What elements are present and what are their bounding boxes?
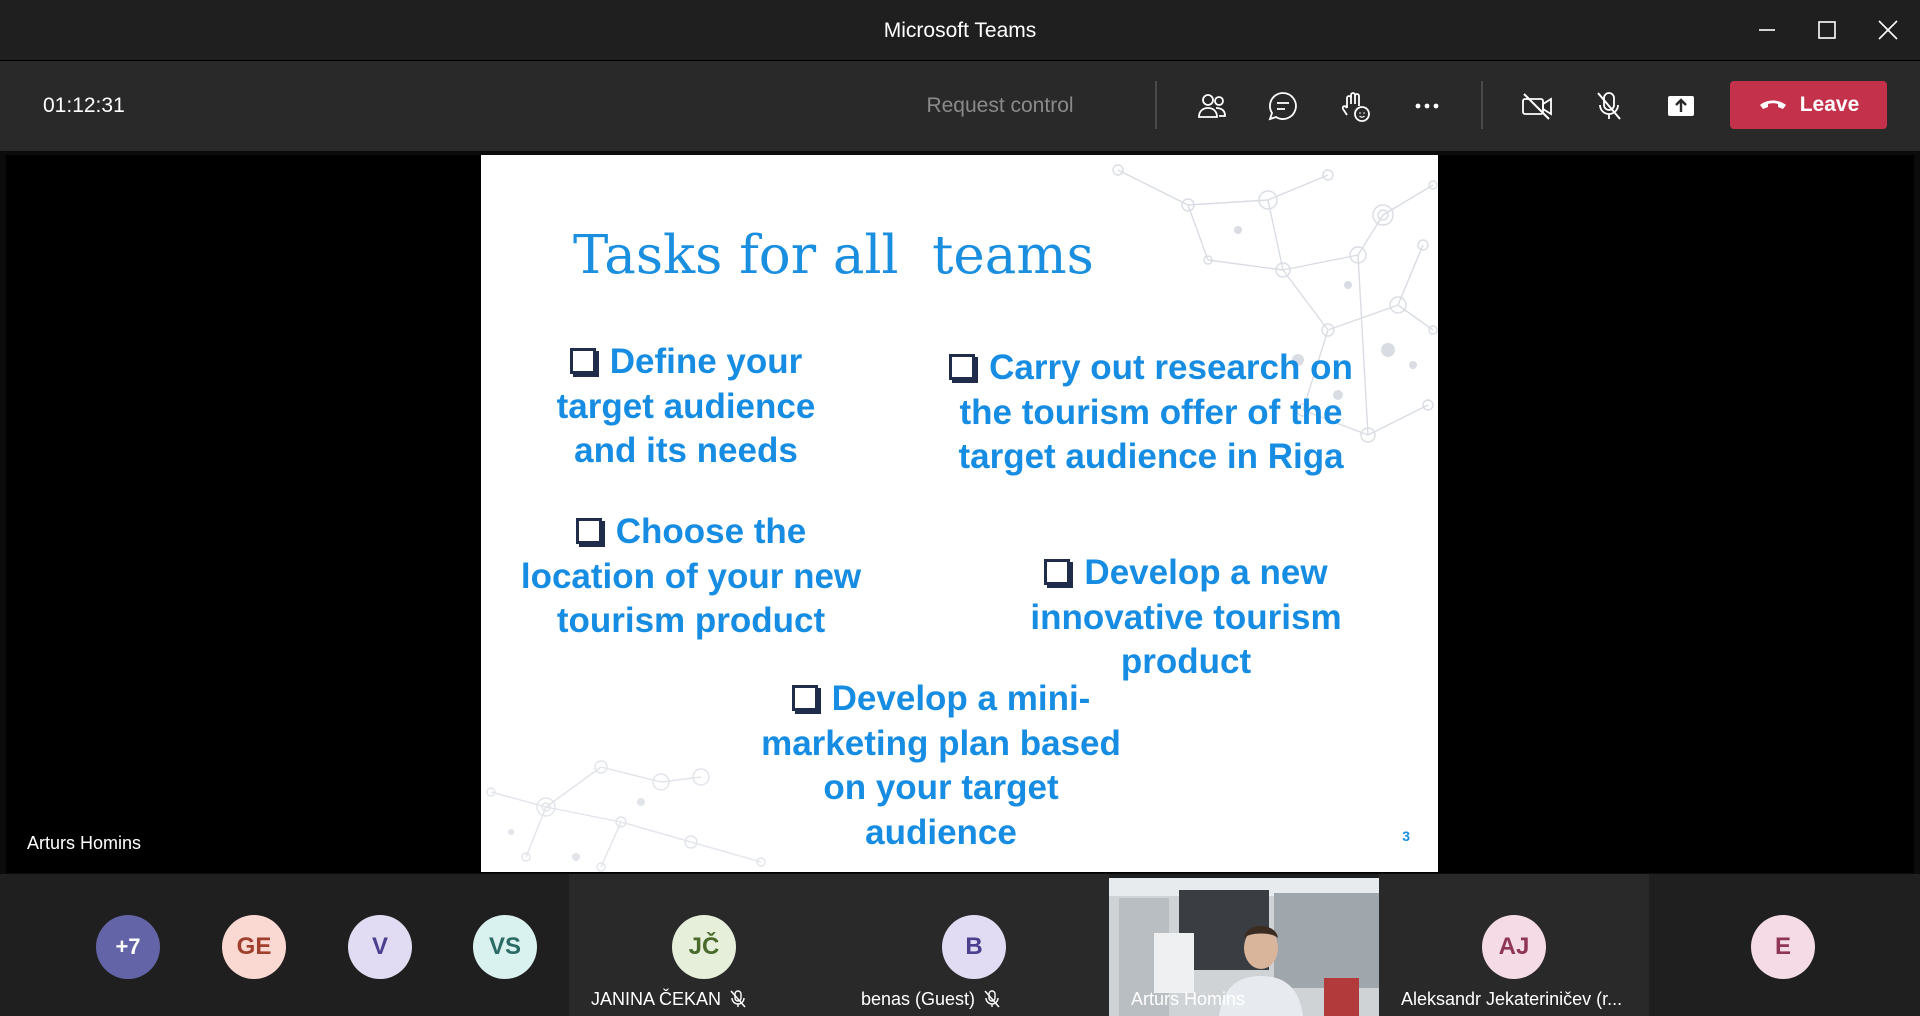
participant-avatar[interactable]: VS xyxy=(473,915,537,979)
participant-avatar[interactable]: GE xyxy=(222,915,286,979)
participant-name: JANINA ČEKAN xyxy=(591,989,722,1009)
participant-tile[interactable]: B benas (Guest) xyxy=(839,874,1109,1016)
checkbox-icon xyxy=(791,684,818,711)
chat-icon xyxy=(1268,92,1297,121)
mic-toggle-button[interactable] xyxy=(1582,79,1636,133)
phone-icon xyxy=(1759,100,1786,109)
mic-off-icon xyxy=(984,990,1000,1008)
toolbar-divider xyxy=(1155,81,1157,129)
participant-avatar[interactable]: V xyxy=(348,915,412,979)
task-item: Develop a mini-marketing plan based on y… xyxy=(761,679,1121,852)
checkbox-icon xyxy=(949,353,976,380)
minimize-icon xyxy=(1759,29,1775,31)
task-item: Define your target audience and its need… xyxy=(556,342,816,471)
checkbox-icon xyxy=(575,517,602,544)
participants-strip: +7 GE V VS JČ JANINA ČEKAN B benas (Gues… xyxy=(0,874,1920,1016)
participants-icon xyxy=(1198,94,1226,118)
toolbar-divider xyxy=(1481,81,1483,129)
title-bar: Microsoft Teams xyxy=(0,0,1920,61)
maximize-icon xyxy=(1818,21,1836,39)
slide-number: 3 xyxy=(1402,828,1410,844)
share-button[interactable] xyxy=(1654,79,1708,133)
close-button[interactable] xyxy=(1868,10,1908,50)
slide-title: Tasks for all teams xyxy=(573,225,1094,286)
leave-button[interactable]: Leave xyxy=(1730,81,1887,129)
meeting-toolbar: 01:12:31 Request control Leave xyxy=(0,61,1920,151)
camera-toggle-button[interactable] xyxy=(1510,79,1564,133)
participants-button[interactable] xyxy=(1185,79,1239,133)
checkbox-icon xyxy=(1044,558,1071,585)
participant-avatar: JČ xyxy=(672,915,736,979)
window-title: Microsoft Teams xyxy=(883,19,1037,42)
participant-video-tile[interactable]: Arturs Homins xyxy=(1109,878,1379,1016)
minimize-button[interactable] xyxy=(1747,10,1787,50)
more-button[interactable] xyxy=(1400,79,1454,133)
overflow-participants-button[interactable]: +7 xyxy=(96,915,160,979)
camera-off-icon xyxy=(1522,93,1552,120)
reactions-button[interactable] xyxy=(1328,79,1382,133)
share-icon xyxy=(1668,96,1694,116)
more-icon xyxy=(1415,103,1439,109)
close-icon xyxy=(1878,20,1898,40)
presenter-name: Arturs Homins xyxy=(27,833,142,853)
task-item: Choose the location of your new tourism … xyxy=(520,512,862,641)
request-control-button[interactable]: Request control xyxy=(900,61,1100,151)
mic-off-icon xyxy=(1597,92,1621,120)
participant-name: Arturs Homins xyxy=(1131,989,1246,1009)
participant-avatar[interactable]: E xyxy=(1751,915,1815,979)
reactions-icon xyxy=(1341,92,1370,122)
participant-tile[interactable]: JČ JANINA ČEKAN xyxy=(569,874,839,1016)
chat-button[interactable] xyxy=(1256,79,1310,133)
mic-off-icon xyxy=(730,990,746,1008)
participant-avatar: AJ xyxy=(1482,915,1546,979)
participant-tile[interactable]: AJ Aleksandr Jekateriničev (r... xyxy=(1379,874,1649,1016)
participant-avatar: B xyxy=(942,915,1006,979)
leave-label: Leave xyxy=(1799,93,1860,116)
participant-name: benas (Guest) xyxy=(861,989,976,1009)
task-item: Develop a new innovative tourism product xyxy=(1030,553,1342,682)
checkbox-icon xyxy=(569,347,596,374)
maximize-button[interactable] xyxy=(1807,10,1847,50)
shared-slide: Tasks for all teams Define your target a… xyxy=(481,155,1438,872)
participant-name: Aleksandr Jekateriničev (r... xyxy=(1401,989,1623,1009)
meeting-timer: 01:12:31 xyxy=(43,94,125,117)
task-item: Carry out research on the tourism offer … xyxy=(941,346,1361,480)
